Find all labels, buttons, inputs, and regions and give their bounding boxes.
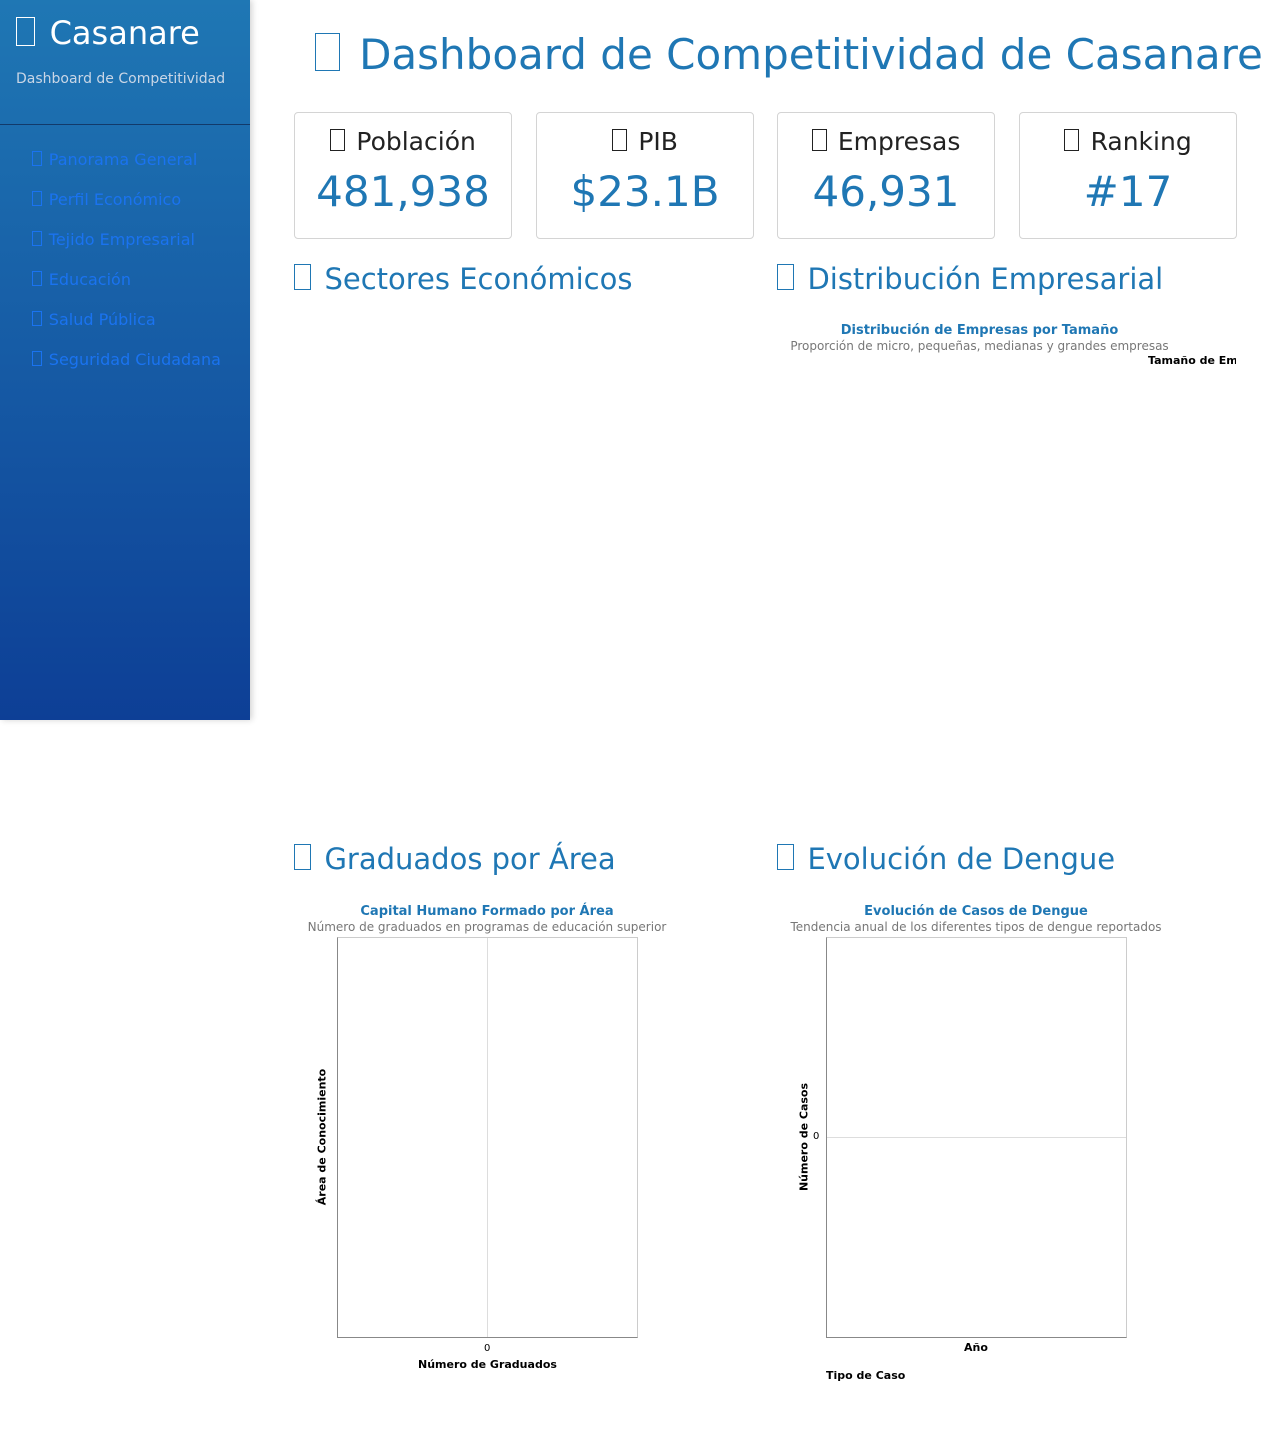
nav-tejido-empresarial[interactable]: Tejido Empresarial bbox=[32, 228, 232, 252]
kpi-value: $23.1B bbox=[570, 167, 720, 216]
trophy-icon bbox=[1064, 128, 1080, 152]
graduados-gridline bbox=[487, 938, 488, 1337]
money-icon bbox=[612, 128, 628, 152]
graduados-y-axis-label: Área de Conocimiento bbox=[315, 1068, 329, 1206]
kpi-value: 46,931 bbox=[812, 167, 960, 216]
dengue-x-axis-label: Año bbox=[964, 1341, 988, 1354]
kpi-value: 481,938 bbox=[316, 167, 490, 216]
dengue-plot-area bbox=[826, 937, 1127, 1338]
graduados-chart-subtitle: Número de graduados en programas de educ… bbox=[307, 920, 667, 934]
distribucion-chart-title: Distribución de Empresas por Tamaño bbox=[840, 323, 1119, 338]
kpi-card-ranking: Ranking #17 bbox=[1019, 112, 1237, 239]
kpi-label: Ranking bbox=[1020, 127, 1236, 156]
section-title-sectores: Sectores Económicos bbox=[294, 262, 632, 296]
section-title-graduados: Graduados por Área bbox=[294, 842, 616, 876]
sidebar: Casanare Dashboard de Competitividad Pan… bbox=[0, 0, 250, 720]
kpi-card-poblacion: Población 481,938 bbox=[294, 112, 512, 239]
dengue-chart-title: Evolución de Casos de Dengue bbox=[864, 904, 1088, 919]
graduation-icon bbox=[32, 271, 42, 286]
kpi-card-empresas: Empresas 46,931 bbox=[777, 112, 995, 239]
money-icon bbox=[32, 191, 42, 206]
sidebar-divider bbox=[0, 124, 250, 125]
page-title: Dashboard de Competitividad de Casanare bbox=[315, 30, 1263, 79]
nav-salud-publica[interactable]: Salud Pública bbox=[32, 308, 232, 332]
kpi-card-pib: PIB $23.1B bbox=[536, 112, 754, 239]
dengue-chart-subtitle: Tendencia anual de los diferentes tipos … bbox=[790, 920, 1162, 934]
nav-educacion[interactable]: Educación bbox=[32, 268, 232, 292]
nav-seguridad-ciudadana[interactable]: Seguridad Ciudadana bbox=[32, 348, 232, 372]
dengue-gridline bbox=[827, 1137, 1126, 1138]
industry-icon bbox=[294, 264, 312, 291]
nav-panorama-general[interactable]: Panorama General bbox=[32, 148, 232, 172]
distribucion-legend-title: Tamaño de Em bbox=[1148, 354, 1236, 367]
people-icon bbox=[330, 128, 346, 152]
distribucion-legend: Tamaño de Em bbox=[1148, 354, 1236, 370]
section-title-dengue: Evolución de Dengue bbox=[777, 842, 1115, 876]
kpi-label: Empresas bbox=[778, 127, 994, 156]
graduados-chart-title: Capital Humano Formado por Área bbox=[360, 904, 614, 919]
kpi-label: PIB bbox=[537, 127, 753, 156]
logo-icon bbox=[16, 16, 36, 46]
kpi-label: Población bbox=[295, 127, 511, 156]
graduation-icon bbox=[294, 844, 312, 871]
distribucion-chart-subtitle: Proporción de micro, pequeñas, medianas … bbox=[790, 339, 1169, 353]
nav-perfil-economico[interactable]: Perfil Económico bbox=[32, 188, 232, 212]
chart-icon bbox=[315, 33, 341, 72]
chart-icon bbox=[32, 151, 42, 166]
section-title-distribucion: Distribución Empresarial bbox=[777, 262, 1163, 296]
graduados-x-tick: 0 bbox=[484, 1343, 491, 1354]
sidebar-nav: Panorama General Perfil Económico Tejido… bbox=[32, 148, 232, 388]
dengue-y-tick: 0 bbox=[813, 1131, 820, 1142]
sidebar-brand: Casanare bbox=[16, 14, 200, 52]
building-icon bbox=[811, 128, 827, 152]
pie-icon bbox=[777, 264, 795, 291]
building-icon bbox=[32, 231, 42, 246]
graduados-x-axis-label: Número de Graduados bbox=[418, 1358, 557, 1371]
sidebar-subtitle: Dashboard de Competitividad bbox=[16, 71, 226, 87]
graduados-plot-area bbox=[337, 937, 638, 1338]
kpi-value: #17 bbox=[1083, 167, 1173, 216]
health-icon bbox=[777, 844, 795, 871]
dengue-y-axis-label: Número de Casos bbox=[797, 1082, 811, 1192]
dengue-legend-title: Tipo de Caso bbox=[826, 1369, 906, 1382]
shield-icon bbox=[32, 351, 42, 366]
health-icon bbox=[32, 311, 42, 326]
